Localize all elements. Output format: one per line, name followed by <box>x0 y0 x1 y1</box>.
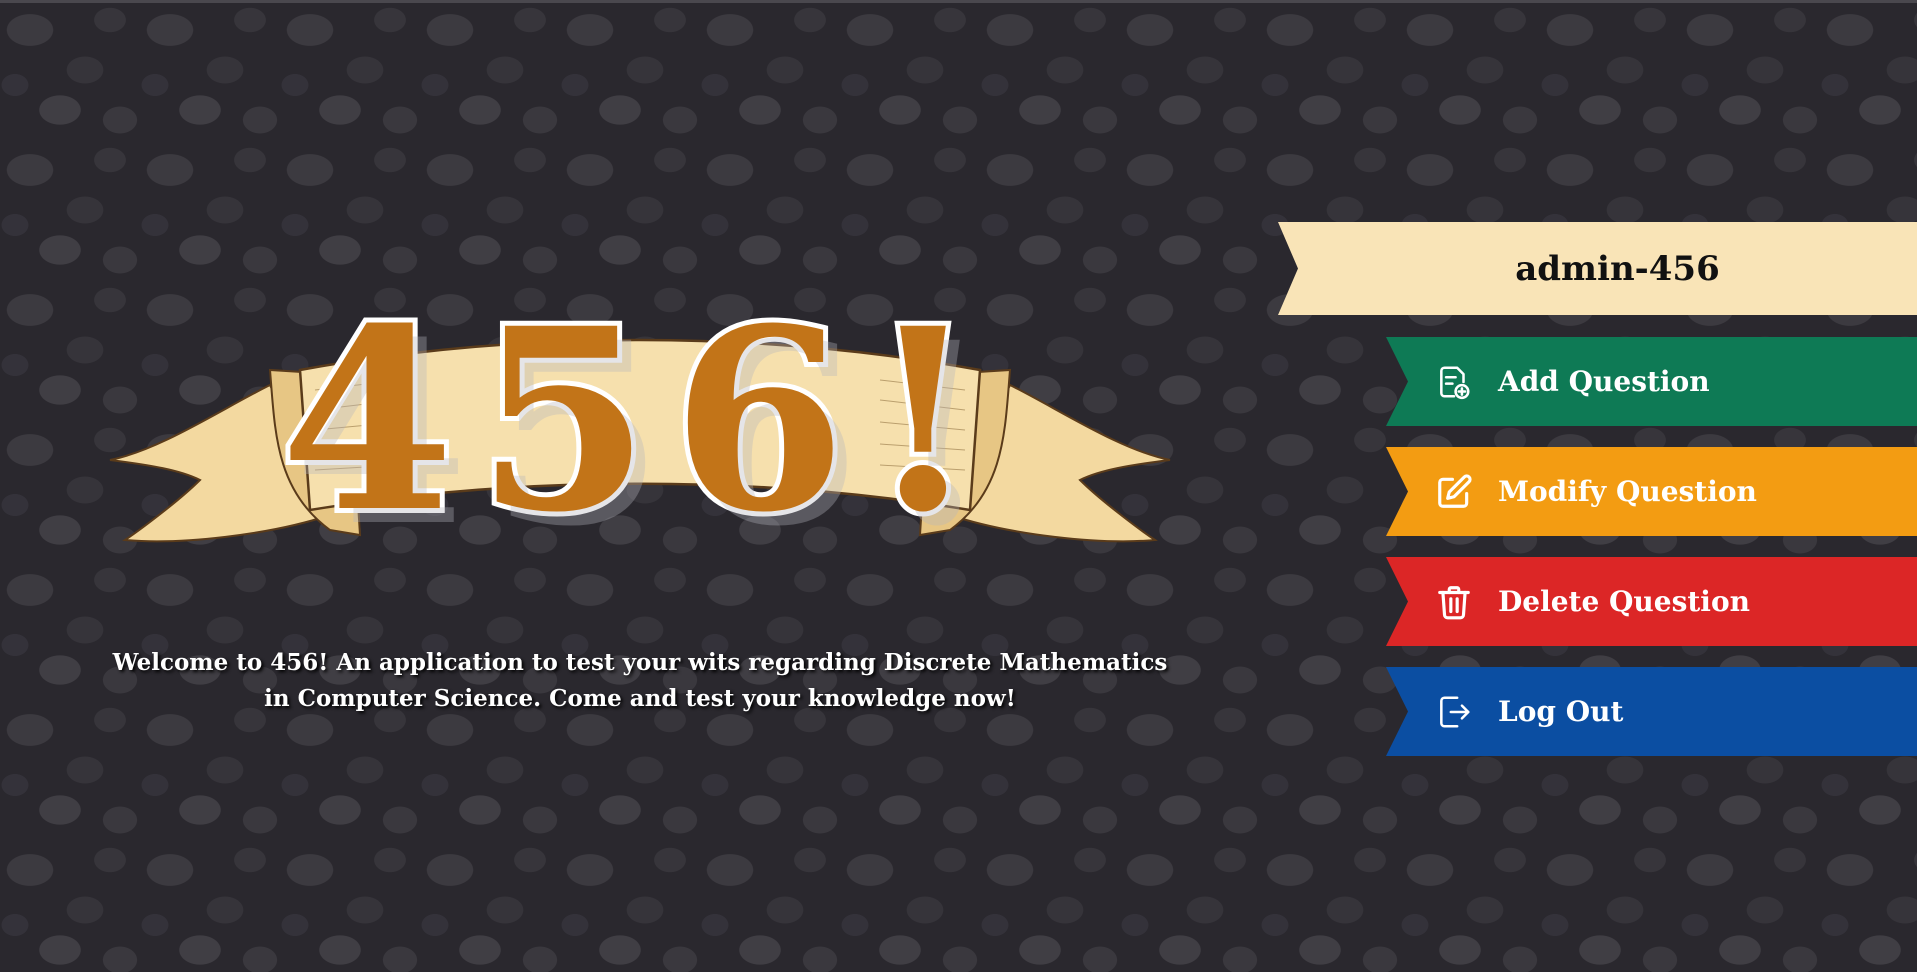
trash-icon <box>1434 582 1474 622</box>
add-question-label: Add Question <box>1498 365 1710 398</box>
top-border <box>0 0 1917 3</box>
welcome-message: Welcome to 456! An application to test y… <box>112 649 1168 712</box>
delete-question-label: Delete Question <box>1498 585 1750 618</box>
logout-icon <box>1434 692 1474 732</box>
logo-title: 456! <box>275 268 1000 572</box>
logout-label: Log Out <box>1498 695 1624 728</box>
modify-question-button[interactable]: Modify Question <box>1386 447 1917 536</box>
app-logo: 456! <box>100 260 1180 580</box>
edit-icon <box>1434 472 1474 512</box>
modify-question-label: Modify Question <box>1498 475 1757 508</box>
username-ribbon: admin-456 <box>1278 222 1917 315</box>
document-add-icon <box>1434 362 1474 402</box>
add-question-button[interactable]: Add Question <box>1386 337 1917 426</box>
username-label: admin-456 <box>1515 248 1720 289</box>
logout-button[interactable]: Log Out <box>1386 667 1917 756</box>
delete-question-button[interactable]: Delete Question <box>1386 557 1917 646</box>
